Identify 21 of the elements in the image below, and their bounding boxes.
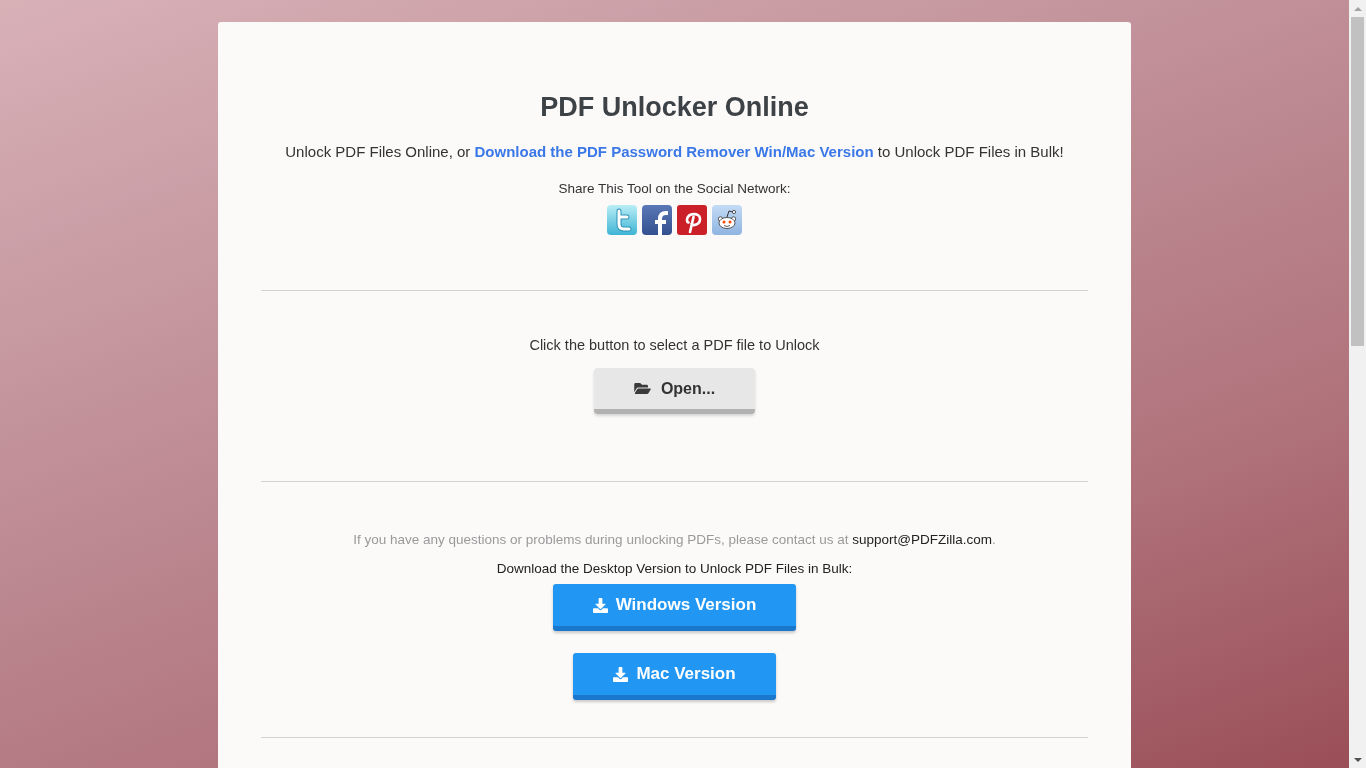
download-button[interactable]: Mac Version	[573, 653, 776, 700]
download-button[interactable]: Windows Version	[552, 584, 797, 631]
download-label: Download the Desktop Version to Unlock PDF Files in Bulk:	[496, 560, 853, 578]
upload-instruction: Click the button to select a PDF file to Unlock	[529, 336, 820, 354]
page-title: PDF Unlocker Online	[540, 91, 809, 124]
share-label: Share This Tool on the Social Network:	[558, 180, 791, 198]
scrollbar-thumb[interactable]	[1351, 17, 1364, 346]
download-icon	[613, 666, 629, 682]
scrollbar[interactable]	[1349, 0, 1366, 768]
intro-text: Unlock PDF Files Online, or Download the PDF Password Remover Win/Mac Version to Unlock PDF Files in Bulk!	[285, 142, 1064, 162]
open-button[interactable]: Open...	[593, 368, 756, 414]
email-link[interactable]: support@PDFZilla.com	[852, 532, 992, 547]
pinterest-icon[interactable]	[677, 205, 707, 235]
folder-icon	[633, 383, 651, 394]
reddit-icon[interactable]	[712, 205, 742, 235]
download-link[interactable]: Download the PDF Password Remover Win/Mac Version	[474, 143, 874, 160]
twitter-icon[interactable]	[607, 205, 637, 235]
facebook-icon[interactable]	[642, 205, 672, 235]
scroll-down-icon[interactable]	[1353, 757, 1362, 762]
contact-text: If you have any questions or problems during unlocking PDFs, please contact us at support@PDFZilla.com.	[353, 531, 996, 549]
download-icon	[592, 597, 608, 613]
